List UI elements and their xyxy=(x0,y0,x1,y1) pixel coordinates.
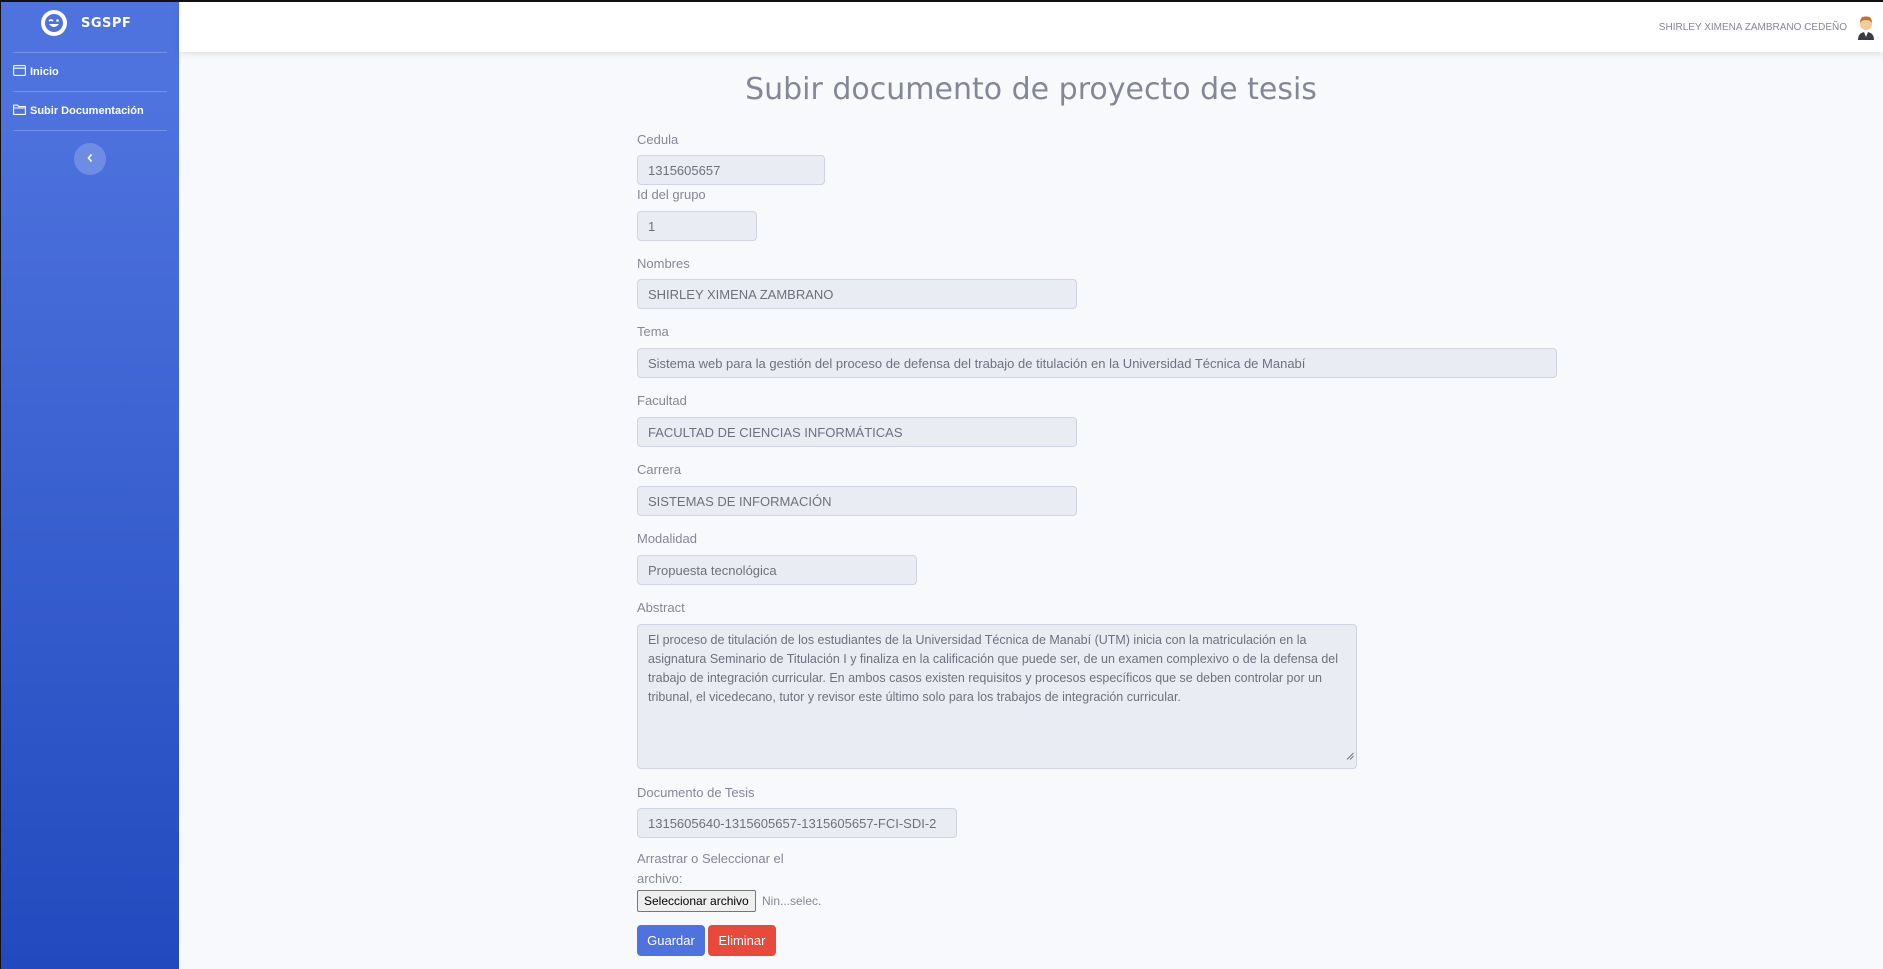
sidebar-divider xyxy=(13,130,167,131)
nombres-label: Nombres xyxy=(637,256,690,271)
page-title: Subir documento de proyecto de tesis xyxy=(745,72,1317,107)
folder-icon xyxy=(13,104,26,118)
cedula-field[interactable]: 1315605657 xyxy=(637,155,825,185)
grupo-field[interactable]: 1 xyxy=(637,211,757,241)
sidebar-item-subir-documentacion[interactable]: Subir Documentación xyxy=(1,92,179,130)
archivo-label-line2: archivo: xyxy=(637,871,683,886)
topbar: SHIRLEY XIMENA ZAMBRANO CEDEÑO xyxy=(179,2,1883,52)
facultad-field[interactable]: FACULTAD DE CIENCIAS INFORMÁTICAS xyxy=(637,417,1077,447)
cedula-label: Cedula xyxy=(637,132,679,147)
chevron-left-icon xyxy=(86,150,94,168)
resize-grip-icon[interactable] xyxy=(1346,747,1354,766)
brand[interactable]: SGSPF xyxy=(1,2,179,44)
grupo-label: Id del grupo xyxy=(637,187,706,202)
brand-name: SGSPF xyxy=(81,15,132,31)
user-name[interactable]: SHIRLEY XIMENA ZAMBRANO CEDEÑO xyxy=(1659,22,1847,33)
facultad-label: Facultad xyxy=(637,393,687,408)
main-content: Subir documento de proyecto de tesis Ced… xyxy=(179,52,1883,969)
abstract-label: Abstract xyxy=(637,600,685,615)
carrera-label: Carrera xyxy=(637,462,682,477)
nombres-field[interactable]: SHIRLEY XIMENA ZAMBRANO xyxy=(637,279,1077,309)
tema-label: Tema xyxy=(637,324,669,339)
abstract-text: El proceso de titulación de los estudian… xyxy=(648,633,1339,704)
documento-field[interactable]: 1315605640-1315605657-1315605657-FCI-SDI… xyxy=(637,808,957,838)
modalidad-field[interactable]: Propuesta tecnológica xyxy=(637,555,917,585)
tema-field[interactable]: Sistema web para la gestión del proceso … xyxy=(637,348,1557,378)
user-avatar-icon[interactable] xyxy=(1855,14,1877,40)
calendar-icon xyxy=(13,65,26,79)
sidebar-item-label: Inicio xyxy=(30,66,59,78)
laugh-wink-icon xyxy=(41,10,67,36)
abstract-textarea[interactable]: El proceso de titulación de los estudian… xyxy=(637,624,1357,769)
modalidad-label: Modalidad xyxy=(637,531,697,546)
sidebar-toggle-button[interactable] xyxy=(74,143,106,175)
sidebar-item-inicio[interactable]: Inicio xyxy=(1,53,179,91)
file-status: Nin...selec. xyxy=(762,894,822,908)
carrera-field[interactable]: SISTEMAS DE INFORMACIÓN xyxy=(637,486,1077,516)
delete-button[interactable]: Eliminar xyxy=(708,925,776,956)
sidebar-item-label: Subir Documentación xyxy=(30,105,144,117)
documento-label: Documento de Tesis xyxy=(637,785,755,800)
archivo-label: Arrastrar o Seleccionar el xyxy=(637,851,784,866)
sidebar: SGSPF Inicio Subir Documentación xyxy=(1,2,179,969)
file-select-button[interactable]: Seleccionar archivo xyxy=(637,890,756,912)
save-button[interactable]: Guardar xyxy=(637,925,705,956)
